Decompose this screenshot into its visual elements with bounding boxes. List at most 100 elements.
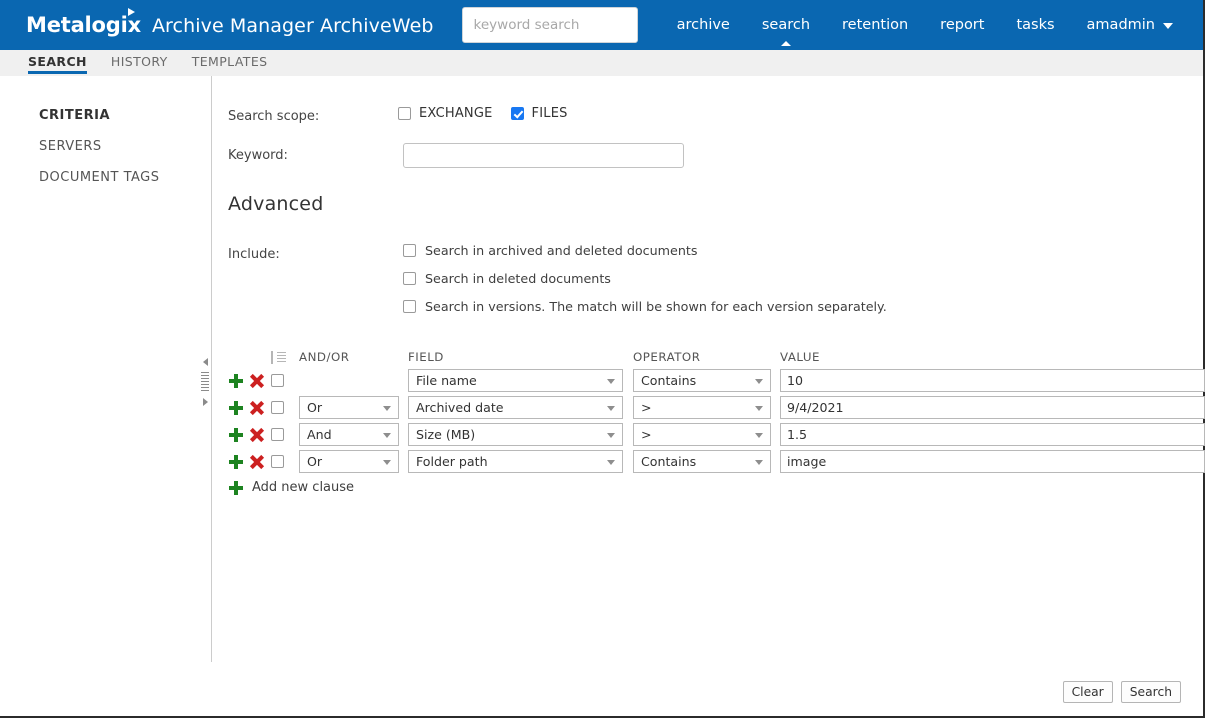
select-field-value: File name	[416, 373, 477, 388]
remove-clause-icon[interactable]	[250, 401, 264, 415]
nav-item-search[interactable]: search	[746, 0, 826, 50]
cell-field: Folder path	[408, 450, 623, 473]
add-new-clause-label: Add new clause	[252, 480, 355, 495]
checkbox-search-deleted-label: Search in deleted documents	[425, 271, 611, 286]
tab-history-label: HISTORY	[110, 54, 168, 69]
collapse-left-icon	[202, 358, 208, 366]
panel-splitter-handle[interactable]	[199, 358, 211, 406]
nav-item-retention[interactable]: retention	[826, 0, 924, 50]
tab-history[interactable]: HISTORY	[99, 50, 180, 76]
select-andor[interactable]: Or	[299, 450, 399, 473]
select-operator-value: >	[641, 400, 652, 415]
search-button[interactable]: Search	[1120, 681, 1181, 703]
tab-search[interactable]: SEARCH	[16, 50, 99, 76]
include-option-archived-deleted[interactable]: Search in archived and deleted documents	[403, 243, 887, 258]
row-actions	[223, 427, 271, 442]
add-clause-icon[interactable]	[229, 427, 243, 442]
select-operator[interactable]: Contains	[633, 450, 771, 473]
tab-search-label: SEARCH	[28, 54, 87, 69]
row-actions	[223, 373, 271, 388]
include-option-deleted[interactable]: Search in deleted documents	[403, 271, 887, 286]
cell-value	[780, 396, 1205, 419]
metalogix-logo: Metalogix	[26, 8, 141, 37]
select-field[interactable]: Archived date	[408, 396, 623, 419]
input-value[interactable]	[780, 369, 1205, 392]
table-row: Or Folder path Contains	[223, 449, 1205, 474]
sidebar-item-criteria[interactable]: CRITERIA	[0, 100, 211, 131]
select-operator[interactable]: >	[633, 423, 771, 446]
column-header-operator: OPERATOR	[633, 350, 701, 364]
select-field[interactable]: Size (MB)	[408, 423, 623, 446]
top-navigation: archive search retention report tasks am…	[661, 0, 1189, 50]
select-field[interactable]: File name	[408, 369, 623, 392]
checkbox-search-deleted[interactable]	[403, 272, 416, 285]
cell-andor: Or	[299, 396, 399, 419]
sidebar-item-criteria-label: CRITERIA	[39, 108, 111, 123]
cell-andor	[299, 369, 399, 392]
checkbox-exchange-label: EXCHANGE	[419, 106, 493, 121]
header-select-all-cell	[271, 350, 299, 364]
select-field[interactable]: Folder path	[408, 450, 623, 473]
input-value[interactable]	[780, 423, 1205, 446]
top-header-bar: Metalogix Archive Manager ArchiveWeb arc…	[0, 0, 1203, 50]
chevron-down-icon	[383, 432, 391, 438]
nav-item-archive[interactable]: archive	[661, 0, 746, 50]
sidebar-item-servers[interactable]: SERVERS	[0, 131, 211, 162]
table-row: And Size (MB) >	[223, 422, 1205, 447]
column-header-value: VALUE	[780, 350, 820, 364]
add-new-clause-button[interactable]: Add new clause	[223, 480, 413, 495]
checkbox-row-select[interactable]	[271, 374, 284, 387]
cell-operator: Contains	[633, 450, 771, 473]
sidebar-item-document-tags[interactable]: DOCUMENT TAGS	[0, 162, 211, 193]
chevron-down-icon	[607, 459, 615, 465]
add-clause-icon[interactable]	[229, 373, 243, 388]
input-value[interactable]	[780, 396, 1205, 419]
keyword-input[interactable]	[403, 143, 684, 168]
select-operator[interactable]: >	[633, 396, 771, 419]
include-label: Include:	[228, 247, 280, 262]
remove-clause-icon[interactable]	[250, 374, 264, 388]
checkbox-search-versions[interactable]	[403, 300, 416, 313]
tab-templates[interactable]: TEMPLATES	[180, 50, 280, 76]
checkbox-row-select[interactable]	[271, 401, 284, 414]
checkbox-search-archived-deleted-label: Search in archived and deleted documents	[425, 243, 698, 258]
input-value[interactable]	[780, 450, 1205, 473]
footer-actions: Clear Search	[1062, 681, 1181, 703]
chevron-up-icon	[780, 41, 791, 46]
select-andor[interactable]: Or	[299, 396, 399, 419]
nav-item-user-menu[interactable]: amadmin	[1071, 0, 1189, 50]
nav-item-tasks[interactable]: tasks	[1000, 0, 1070, 50]
remove-clause-icon[interactable]	[250, 455, 264, 469]
checkbox-row-select[interactable]	[271, 455, 284, 468]
nav-item-archive-label: archive	[676, 17, 730, 33]
include-option-versions[interactable]: Search in versions. The match will be sh…	[403, 299, 887, 314]
add-clause-icon[interactable]	[229, 454, 243, 469]
row-select-cell	[271, 428, 299, 441]
checkbox-exchange[interactable]	[398, 107, 411, 120]
table-row: File name Contains	[223, 368, 1205, 393]
cell-field: File name	[408, 369, 623, 392]
row-actions	[223, 454, 271, 469]
chevron-down-icon	[383, 405, 391, 411]
checkbox-search-archived-deleted[interactable]	[403, 244, 416, 257]
nav-item-report[interactable]: report	[924, 0, 1000, 50]
cell-operator: >	[633, 423, 771, 446]
checkbox-row-select[interactable]	[271, 428, 284, 441]
chevron-down-icon	[383, 459, 391, 465]
add-clause-icon[interactable]	[229, 400, 243, 415]
list-menu-icon[interactable]	[271, 350, 286, 364]
select-andor[interactable]: And	[299, 423, 399, 446]
keyword-search-input[interactable]	[461, 7, 638, 43]
clear-button[interactable]: Clear	[1062, 681, 1113, 703]
select-operator[interactable]: Contains	[633, 369, 771, 392]
cell-andor: And	[299, 423, 399, 446]
chevron-down-icon	[755, 378, 763, 384]
remove-clause-icon[interactable]	[250, 428, 264, 442]
sidebar-item-servers-label: SERVERS	[39, 139, 102, 154]
tab-strip: SEARCH HISTORY TEMPLATES	[0, 50, 1203, 76]
chevron-down-icon	[607, 405, 615, 411]
checkbox-files[interactable]	[510, 107, 524, 120]
cell-value	[780, 369, 1205, 392]
cell-value	[780, 423, 1205, 446]
cell-operator: >	[633, 396, 771, 419]
